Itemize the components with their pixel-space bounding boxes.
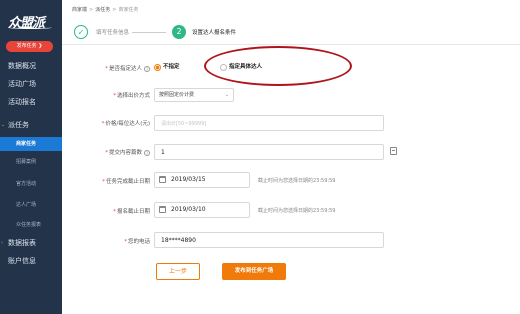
breadcrumb: 商家端 > 派任务 > 商家任务: [72, 6, 138, 13]
annotation-ellipse: [204, 46, 352, 86]
main-content: 商家端 > 派任务 > 商家任务 ✓ 填写任务信息 2 设置达人报名条件 *是否指定达人…: [62, 0, 520, 314]
logo-swoosh: [8, 26, 52, 29]
menu-item-label: 数据概况: [8, 62, 36, 70]
menu-item-activity-plaza[interactable]: 活动广场: [0, 76, 62, 92]
step2-label: 设置达人报名条件: [192, 30, 237, 36]
sub-item-merchant-tasks[interactable]: 商家任务: [0, 137, 62, 151]
breadcrumb-item[interactable]: 商家端: [72, 7, 87, 13]
breadcrumb-separator-icon: >: [112, 7, 117, 13]
step2-number: 2: [172, 25, 186, 39]
menu-item-data-report[interactable]: › 数据报表: [0, 235, 62, 251]
sidebar: 众盟派 发布任务 ❯ 数据概况 活动广场 活动报名 ⌄ 派任务 商家任务 招募案…: [0, 0, 62, 314]
radio-no-specify[interactable]: 不指定: [154, 61, 180, 73]
menu-item-account-info[interactable]: 账户信息: [0, 253, 62, 269]
pricing-select[interactable]: 按照固定价计费 ⌄: [154, 88, 234, 102]
brand-logo[interactable]: 众盟派: [8, 12, 54, 31]
sub-item-official-events[interactable]: 官方活动: [0, 177, 62, 191]
complete-date-value: 2019/03/15: [171, 176, 206, 183]
sub-item-task-report[interactable]: 众任务报表: [0, 218, 62, 232]
pricing-field-label: *选择出价方式: [113, 93, 150, 99]
chevron-down-icon: ⌄: [1, 122, 6, 128]
menu-item-label: 活动报名: [8, 98, 36, 106]
pricing-select-value: 按照固定价计费: [159, 92, 195, 98]
phone-field-label: *您的电话: [124, 239, 150, 245]
signup-date-hint: 截止时间为您选择日期的23:59:59: [258, 208, 336, 214]
chevron-right-icon: ›: [1, 240, 3, 246]
count-field-label: *提交内容篇数?: [105, 149, 150, 156]
divider: [62, 44, 520, 45]
complete-date-picker[interactable]: 2019/03/15: [154, 172, 250, 188]
menu-item-label: 活动广场: [8, 80, 36, 88]
talent-field-label: *是否指定达人?: [105, 65, 150, 72]
breadcrumb-separator-icon: >: [89, 7, 94, 13]
step1-label: 填写任务信息: [96, 30, 130, 36]
prev-step-button[interactable]: 上一步: [156, 263, 200, 280]
menu-item-label: 派任务: [8, 121, 29, 129]
calculator-icon[interactable]: [390, 147, 397, 155]
calendar-icon: [159, 206, 166, 213]
publish-task-button[interactable]: 发布任务 ❯: [6, 41, 53, 52]
breadcrumb-current: 商家任务: [118, 7, 139, 13]
phone-input[interactable]: [154, 232, 384, 248]
signup-date-picker[interactable]: 2019/03/10: [154, 202, 250, 218]
menu-item-data-overview[interactable]: 数据概况: [0, 58, 62, 74]
sub-item-recruit-cases[interactable]: 招募案例: [0, 155, 62, 169]
complete-date-label: *任务完成截止日期: [102, 179, 150, 185]
menu-item-label: 账户信息: [8, 257, 36, 265]
menu-item-tasks[interactable]: ⌄ 派任务: [0, 117, 62, 133]
complete-date-hint: 截止时间为您选择日期的23:59:59: [258, 178, 336, 184]
step-indicator: ✓ 填写任务信息 2 设置达人报名条件: [72, 22, 512, 42]
help-icon[interactable]: ?: [144, 149, 150, 156]
price-field-label: *价格/每位达人(元): [101, 121, 150, 127]
content-count-input[interactable]: [154, 144, 384, 160]
publish-to-plaza-button[interactable]: 发布到任务广场: [222, 263, 286, 280]
menu-item-activity-signup[interactable]: 活动报名: [0, 94, 62, 110]
price-input[interactable]: [154, 115, 384, 131]
help-icon[interactable]: ?: [144, 65, 150, 72]
step-connector: [132, 32, 166, 33]
signup-date-label: *报名截止日期: [113, 209, 150, 215]
menu-item-label: 数据报表: [8, 239, 36, 247]
sub-item-talent-plaza[interactable]: 达人广场: [0, 198, 62, 212]
signup-date-value: 2019/03/10: [171, 206, 206, 213]
breadcrumb-item[interactable]: 派任务: [95, 7, 110, 13]
calendar-icon: [159, 176, 166, 183]
chevron-down-icon: ⌄: [224, 92, 229, 98]
checkmark-icon: ✓: [74, 25, 88, 39]
